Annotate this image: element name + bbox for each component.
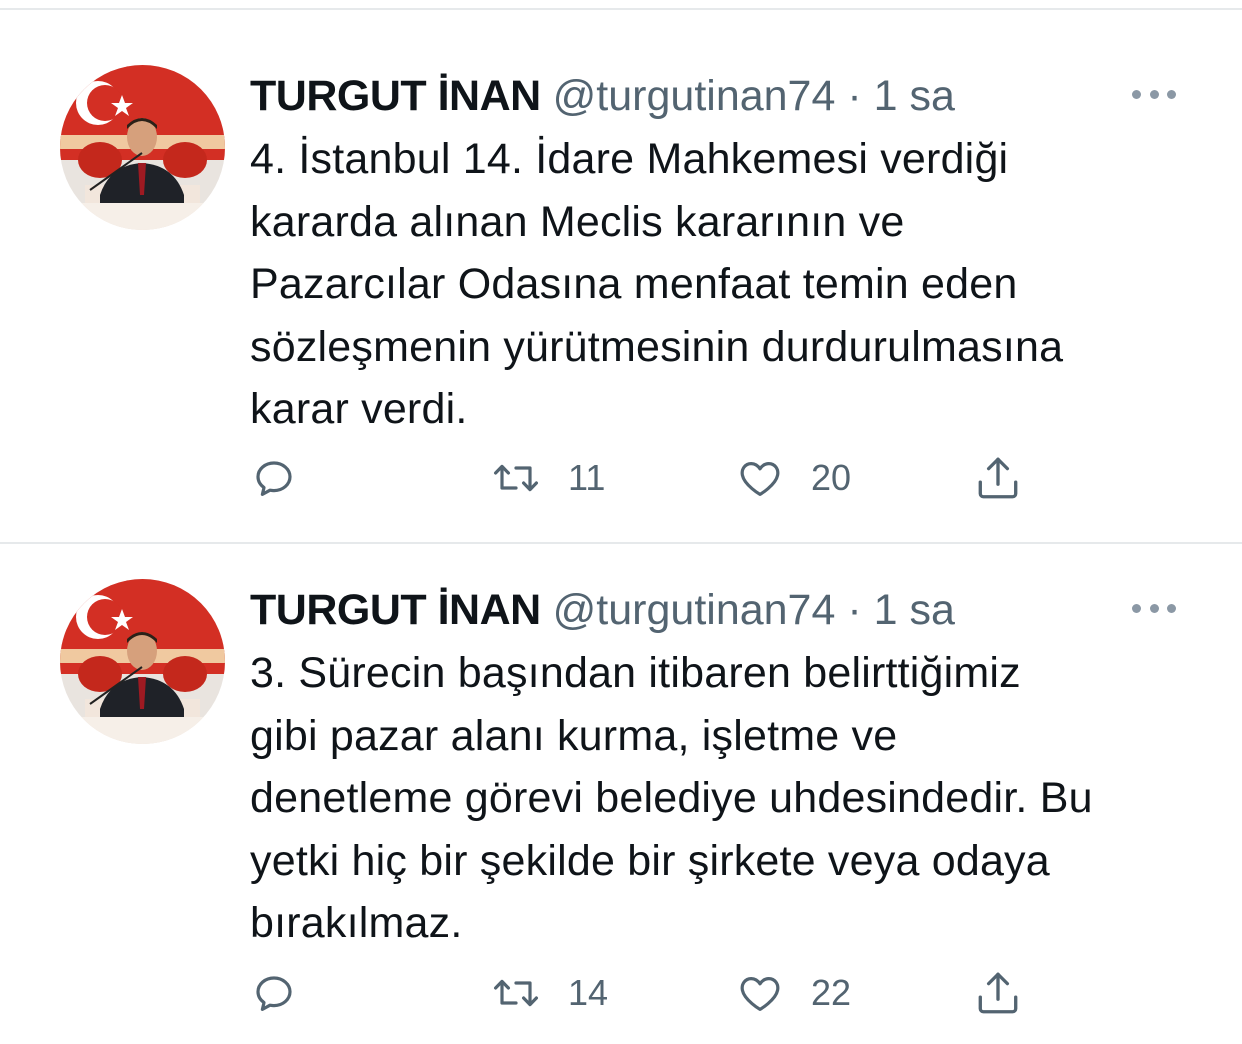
more-dot [1167,603,1176,613]
author-handle[interactable]: @turgutinan74 [553,586,836,634]
share-icon [978,457,1018,499]
more-dot [1149,89,1159,99]
avatar[interactable] [60,65,225,230]
like-count: 20 [811,457,852,498]
retweet-icon [494,979,538,1007]
tweet[interactable]: TURGUT İNAN @turgutinan74 · 1 sa 4. İsta… [0,10,1242,530]
tweet-header: TURGUT İNAN @turgutinan74 · 1 sa [250,582,955,638]
share-button[interactable] [972,453,1024,503]
header-separator: · [847,586,862,634]
tweet[interactable]: TURGUT İNAN @turgutinan74 · 1 sa 3. Süre… [0,524,1242,1044]
more-icon[interactable] [1132,82,1176,106]
profile-photo-icon [60,579,225,744]
profile-photo-icon [60,65,225,230]
heart-icon [740,977,780,1011]
tweet-time[interactable]: 1 sa [874,586,955,634]
share-button[interactable] [972,968,1024,1018]
tweet-actions: 11 20 [250,453,1050,503]
more-dot [1149,603,1159,613]
avatar[interactable] [60,579,225,744]
heart-icon [740,462,780,496]
tweet-header: TURGUT İNAN @turgutinan74 · 1 sa [250,68,955,124]
more-dot [1167,89,1176,99]
share-icon [978,972,1018,1014]
tweet-actions: 14 22 [250,968,1050,1018]
tweet-time[interactable]: 1 sa [874,72,955,120]
reply-button[interactable] [250,968,298,1018]
reply-icon [256,461,292,496]
tweet-text: 4. İstanbul 14. İdare Mahkemesi verdiği … [250,135,1064,433]
like-count: 22 [811,972,852,1013]
more-dot [1132,603,1141,613]
like-button[interactable]: 22 [735,968,851,1018]
retweet-button[interactable]: 14 [490,968,608,1018]
reply-icon [256,976,292,1011]
author-handle[interactable]: @turgutinan74 [553,72,836,120]
reply-button[interactable] [250,453,298,503]
tweet-text: 3. Sürecin başından itibaren belirttiğim… [250,649,1093,947]
header-separator: · [847,72,862,120]
retweet-count: 11 [568,457,606,498]
retweet-count: 14 [568,972,609,1013]
author-name[interactable]: TURGUT İNAN [250,586,541,634]
author-name[interactable]: TURGUT İNAN [250,72,541,120]
like-button[interactable]: 20 [735,453,851,503]
more-icon[interactable] [1132,596,1176,620]
retweet-icon [494,464,538,492]
retweet-button[interactable]: 11 [490,453,605,503]
more-dot [1132,89,1141,99]
